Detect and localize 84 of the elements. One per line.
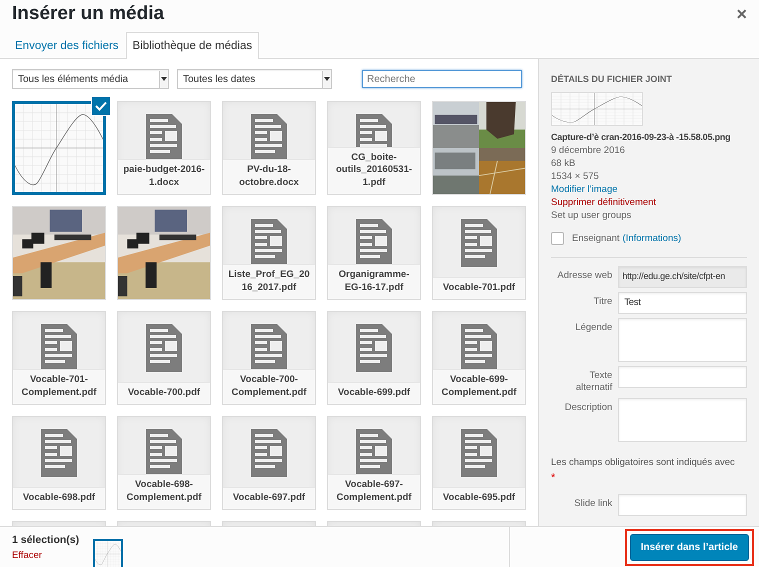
clear-link[interactable]: Effacer	[12, 550, 80, 560]
document-icon	[461, 324, 497, 372]
file-name: Vocable-699-Complement.pdf	[433, 369, 525, 404]
field-label: Texte alternatif	[574, 369, 612, 394]
type-dropdown[interactable]: Tous les éléments média	[12, 69, 169, 89]
input-field[interactable]	[618, 494, 747, 516]
search-field[interactable]: Recherche	[362, 70, 522, 88]
file-name: Organigramme-EG-16-17.pdf	[328, 264, 420, 299]
edit-image-link[interactable]: Modifier l’image	[551, 183, 747, 196]
media-tile[interactable]: Vocable-697.pdf	[222, 416, 316, 510]
document-icon	[146, 429, 182, 477]
file-name: Vocable-695.pdf	[433, 487, 525, 509]
field-label: Légende	[574, 321, 612, 334]
media-tile[interactable]: CG_boite-outils_20160531-1.pdf	[327, 101, 421, 195]
tab[interactable]: Envoyer des fichiers	[8, 32, 126, 59]
caret-icon	[161, 77, 167, 81]
checkbox[interactable]	[551, 232, 564, 245]
input-field[interactable]	[618, 366, 747, 388]
window-title: Insérer un média	[12, 3, 164, 25]
section-heading: DÉTAILS DU FICHIER JOINT	[551, 74, 673, 84]
date-dropdown[interactable]: Toutes les dates	[177, 69, 332, 89]
media-tile[interactable]: Organigramme-EG-16-17.pdf	[327, 206, 421, 300]
check-icon[interactable]	[91, 96, 111, 116]
media-tile[interactable]: PV-du-18-octobre.docx	[222, 101, 316, 195]
file-name: Vocable-700-Complement.pdf	[223, 369, 315, 404]
media-tile[interactable]: Vocable-700.pdf	[117, 311, 211, 405]
document-icon	[251, 429, 287, 477]
media-tile[interactable]: Vocable-698.pdf	[12, 416, 106, 510]
file-name: Vocable-697.pdf	[223, 487, 315, 509]
file-name: Vocable-701.pdf	[433, 277, 525, 299]
document-icon	[41, 324, 77, 372]
caret-icon	[324, 77, 330, 81]
media-tile[interactable]: Vocable-698-Complement.pdf	[117, 416, 211, 510]
file-name: Vocable-698.pdf	[13, 487, 105, 509]
input-field[interactable]: Test	[618, 292, 747, 314]
upload-date: 9 décembre 2016	[551, 144, 626, 157]
document-icon	[356, 219, 392, 267]
file-name: Vocable-697-Complement.pdf	[328, 474, 420, 509]
selection-count: 1 sélection(s)	[12, 534, 80, 546]
delete-link[interactable]: Supprimer définitivement	[551, 196, 747, 209]
tab[interactable]: Bibliothèque de médias	[126, 32, 260, 59]
file-name: PV-du-18-octobre.docx	[223, 159, 315, 194]
required-note: Les champs obligatoires sont indiqués avec	[551, 456, 736, 470]
info-link[interactable]: (Informations)	[622, 233, 682, 244]
file-name: Vocable-701-Complement.pdf	[13, 369, 105, 404]
media-tile[interactable]: Vocable-700-Complement.pdf	[222, 311, 316, 405]
media-tile[interactable]: Vocable-701-Complement.pdf	[12, 311, 106, 405]
document-icon	[356, 324, 392, 372]
file-name: paie-budget-2016-1.docx	[118, 159, 210, 194]
close-button[interactable]: ×	[736, 4, 747, 24]
document-icon	[251, 324, 287, 372]
document-icon	[41, 429, 77, 477]
file-name: Liste_Prof_EG_2016_2017.pdf	[223, 264, 315, 299]
selected-thumbnail	[95, 541, 122, 567]
media-tile[interactable]: Vocable-699.pdf	[327, 311, 421, 405]
document-icon	[251, 219, 287, 267]
file-name: Vocable-698-Complement.pdf	[118, 474, 210, 509]
document-icon	[461, 429, 497, 477]
required-mark: *	[551, 472, 556, 484]
checkbox-label: Enseignant	[572, 233, 620, 244]
media-tile[interactable]: Vocable-701.pdf	[432, 206, 526, 300]
file-name: Capture-d’è cran-2016-09-23-à -15.58.05.png	[551, 131, 730, 144]
field-label: Slide link	[573, 497, 612, 510]
insert-button[interactable]: Insérer dans l’article	[630, 534, 749, 560]
file-size: 68 kB	[551, 157, 576, 170]
media-tile[interactable]: Vocable-697-Complement.pdf	[327, 416, 421, 510]
document-icon	[461, 219, 497, 267]
media-tile[interactable]: paie-budget-2016-1.docx	[117, 101, 211, 195]
field-label: Titre	[592, 295, 612, 308]
user-groups-label: Set up user groups	[551, 209, 632, 222]
document-icon	[251, 114, 287, 162]
file-name: Vocable-699.pdf	[328, 382, 420, 404]
media-tile[interactable]: Vocable-695.pdf	[432, 416, 526, 510]
document-icon	[356, 429, 392, 477]
field-label: Description	[564, 401, 612, 414]
image-dimensions: 1534 × 575	[551, 170, 600, 183]
media-tile[interactable]: Vocable-699-Complement.pdf	[432, 311, 526, 405]
field-label: Adresse web	[556, 269, 612, 282]
media-tile[interactable]: Liste_Prof_EG_2016_2017.pdf	[222, 206, 316, 300]
document-icon	[146, 324, 182, 372]
file-name: Vocable-700.pdf	[118, 382, 210, 404]
input-field[interactable]: http://edu.ge.ch/site/cfpt-en	[618, 266, 747, 288]
file-name: CG_boite-outils_20160531-1.pdf	[328, 146, 420, 194]
document-icon	[146, 114, 182, 162]
